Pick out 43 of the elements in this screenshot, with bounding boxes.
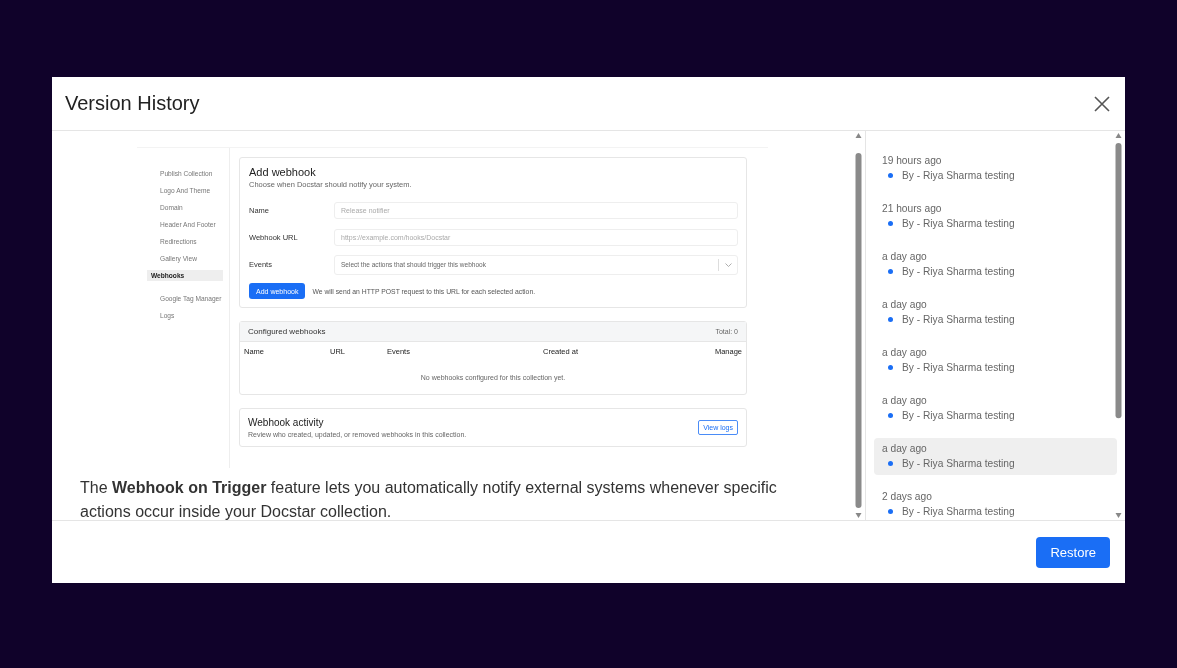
version-time: 21 hours ago	[882, 203, 943, 214]
version-item[interactable]: a day ago By - Riya Sharma testing	[874, 438, 1117, 475]
close-button[interactable]	[1093, 94, 1111, 113]
dialog-title: Version History	[65, 92, 200, 115]
scrollbar[interactable]	[1113, 131, 1124, 520]
version-author: By - Riya Sharma testing	[902, 362, 1015, 373]
version-item[interactable]: a day ago By - Riya Sharma testing	[874, 342, 1117, 379]
version-author: By - Riya Sharma testing	[902, 410, 1015, 421]
bullet-icon	[888, 317, 893, 322]
version-item[interactable]: 2 days ago By - Riya Sharma testing	[874, 486, 1117, 520]
card-title: Configured webhooks	[248, 327, 326, 336]
description-text: The Webhook on Trigger feature lets you automatically notify external systems whenever specific actions occur inside your Docstar collection.	[80, 478, 778, 520]
version-author: By - Riya Sharma testing	[902, 170, 1015, 181]
version-item[interactable]: a day ago By - Riya Sharma testing	[874, 390, 1117, 427]
version-author: By - Riya Sharma testing	[902, 266, 1015, 277]
version-time: 2 days ago	[882, 491, 933, 502]
card-title: Webhook activity	[248, 417, 325, 428]
version-author: By - Riya Sharma testing	[902, 506, 1015, 517]
version-time: a day ago	[882, 395, 928, 406]
chevron-down-icon	[724, 262, 732, 267]
bullet-icon	[888, 269, 893, 274]
bullet-icon	[888, 173, 893, 178]
version-author: By - Riya Sharma testing	[902, 314, 1015, 325]
bullet-icon	[888, 365, 893, 370]
version-item[interactable]: a day ago By - Riya Sharma testing	[874, 294, 1117, 331]
bullet-icon	[888, 461, 893, 466]
version-time: a day ago	[882, 347, 928, 358]
scrollbar[interactable]	[853, 131, 864, 520]
version-time: a day ago	[882, 443, 928, 454]
version-item[interactable]: a day ago By - Riya Sharma testing	[874, 246, 1117, 283]
version-item[interactable]: 19 hours ago By - Riya Sharma testing	[874, 150, 1117, 187]
restore-button[interactable]: Restore	[1036, 536, 1110, 568]
bullet-icon	[888, 221, 893, 226]
version-item[interactable]: 21 hours ago By - Riya Sharma testing	[874, 198, 1117, 235]
bullet-icon	[888, 509, 893, 514]
version-author: By - Riya Sharma testing	[902, 218, 1015, 229]
card-title: Add webhook	[249, 166, 317, 178]
version-time: a day ago	[882, 251, 928, 262]
version-author: By - Riya Sharma testing	[902, 458, 1015, 469]
bullet-icon	[888, 413, 893, 418]
version-time: a day ago	[882, 299, 928, 310]
version-time: 19 hours ago	[882, 155, 943, 166]
close-icon	[1093, 94, 1111, 113]
